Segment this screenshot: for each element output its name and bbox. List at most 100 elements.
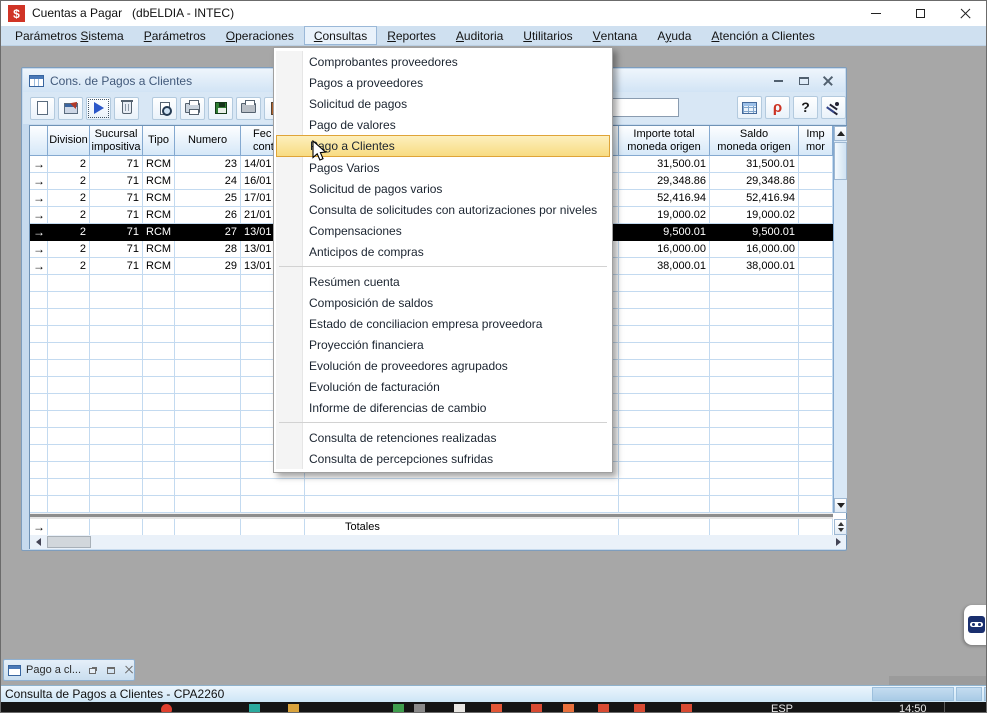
tray-clock[interactable]: 14:50 [899, 703, 927, 713]
grid-view-button[interactable] [737, 96, 762, 119]
column-header-3[interactable]: Tipo [143, 126, 175, 156]
run-button[interactable] [86, 97, 111, 120]
cell: 71 [90, 241, 143, 258]
taskbar-app-icon[interactable] [414, 704, 425, 713]
new-document-button[interactable] [30, 97, 55, 120]
vertical-scrollbar[interactable] [833, 126, 847, 513]
teamviewer-tab[interactable] [964, 605, 987, 645]
cell: 28 [175, 241, 241, 258]
column-header-7[interactable]: Importe totalmoneda origen [619, 126, 710, 156]
totals-inner-row[interactable]: Totales [30, 519, 833, 536]
mdi-scroll-strip[interactable] [889, 676, 987, 685]
taskbar-app-icon[interactable] [454, 704, 465, 713]
totals-spinner[interactable] [834, 519, 847, 535]
menu-item-solicitud-de-pagos[interactable]: Solicitud de pagos [276, 93, 610, 114]
print-button[interactable] [180, 97, 205, 120]
row-indicator [30, 360, 48, 377]
cell [799, 496, 833, 513]
menu-item-resumen-cuenta[interactable]: Resúmen cuenta [276, 271, 610, 292]
close-button[interactable] [943, 1, 987, 26]
menubar-item-label: uditoria [464, 29, 503, 43]
menu-item-consulta-de-solicitudes-con-autorizaciones-por-niveles[interactable]: Consulta de solicitudes con autorizacion… [276, 199, 610, 220]
menu-item-consulta-de-percepciones-sufridas[interactable]: Consulta de percepciones sufridas [276, 448, 610, 469]
taskbar-app-icon[interactable] [531, 704, 542, 713]
tray-language[interactable]: ESP [771, 703, 793, 713]
horizontal-scrollbar[interactable] [30, 535, 846, 549]
menu-item-pago-de-valores[interactable]: Pago de valores [276, 114, 610, 135]
column-header-2[interactable]: Sucursalimpositiva [90, 126, 143, 156]
menubar-item-parametros-sistema[interactable]: Parámetros Sistema [5, 26, 134, 45]
column-header-0[interactable] [30, 126, 48, 156]
menu-item-proyeccion-financiera[interactable]: Proyección financiera [276, 334, 610, 355]
cell [799, 428, 833, 445]
menubar-item-auditoria[interactable]: Auditoria [446, 26, 513, 45]
menu-item-pagos-a-proveedores[interactable]: Pagos a proveedores [276, 72, 610, 93]
child-close-button[interactable] [822, 75, 835, 87]
save-button[interactable] [208, 97, 233, 120]
menu-item-solicitud-de-pagos-varios[interactable]: Solicitud de pagos varios [276, 178, 610, 199]
taskbar-app-icon[interactable] [681, 704, 692, 713]
modify-button[interactable] [58, 97, 83, 120]
cell [710, 519, 799, 536]
maximize-button[interactable] [106, 665, 117, 675]
minimize-button[interactable] [853, 1, 898, 26]
filter-button[interactable] [765, 96, 790, 119]
column-header-8[interactable]: Saldomoneda origen [710, 126, 799, 156]
menu-item-compensaciones[interactable]: Compensaciones [276, 220, 610, 241]
child-minimize-button[interactable] [772, 75, 785, 87]
menu-item-evolucion-de-facturacion[interactable]: Evolución de facturación [276, 376, 610, 397]
exit-button[interactable] [821, 96, 846, 119]
totals-label: Totales [305, 519, 619, 536]
scroll-right-button[interactable] [830, 535, 846, 549]
row-indicator [30, 496, 48, 513]
taskbar-app-icon[interactable] [491, 704, 502, 713]
menubar-item-atencion-a-clientes[interactable]: Atención a Clientes [701, 26, 824, 45]
scroll-up-button[interactable] [834, 126, 847, 141]
scroll-down-button[interactable] [834, 498, 847, 513]
empty-row[interactable] [30, 479, 833, 496]
taskbar-app-icon[interactable] [393, 704, 404, 713]
maximize-button[interactable] [898, 1, 943, 26]
menubar-item-ventana[interactable]: Ventana [583, 26, 648, 45]
cell [48, 519, 90, 536]
taskbar-app-icon[interactable] [598, 704, 609, 713]
taskbar-app-icon[interactable] [161, 704, 172, 713]
spin-down-icon [838, 528, 844, 532]
menu-item-estado-de-conciliacion-empresa-proveedora[interactable]: Estado de conciliacion empresa proveedor… [276, 313, 610, 334]
menu-item-consulta-de-retenciones-realizadas[interactable]: Consulta de retenciones realizadas [276, 427, 610, 448]
horizontal-scroll-thumb[interactable] [47, 536, 91, 548]
menu-item-evolucion-de-proveedores-agrupados[interactable]: Evolución de proveedores agrupados [276, 355, 610, 376]
column-header-4[interactable]: Numero [175, 126, 241, 156]
preview-icon [160, 102, 170, 115]
help-button[interactable] [793, 96, 818, 119]
menu-item-informe-de-diferencias-de-cambio[interactable]: Informe de diferencias de cambio [276, 397, 610, 418]
taskbar-app-icon[interactable] [563, 704, 574, 713]
menubar-item-parametros[interactable]: Parámetros [134, 26, 216, 45]
menubar-item-reportes[interactable]: Reportes [377, 26, 446, 45]
menu-item-anticipos-de-compras[interactable]: Anticipos de compras [276, 241, 610, 262]
column-header-1[interactable]: Division [48, 126, 90, 156]
restore-button[interactable] [88, 665, 99, 675]
minimized-window[interactable]: Pago a cl... [3, 659, 135, 681]
cell [305, 496, 619, 513]
menubar-item-consultas[interactable]: Consultas [304, 26, 377, 45]
menubar-item-ayuda[interactable]: Ayuda [647, 26, 701, 45]
cell [710, 462, 799, 479]
taskbar-app-icon[interactable] [634, 704, 645, 713]
vertical-scroll-thumb[interactable] [834, 142, 847, 180]
empty-row[interactable] [30, 496, 833, 513]
taskbar-app-icon[interactable] [288, 704, 299, 713]
print-setup-button[interactable] [236, 97, 261, 120]
menubar-item-utilitarios[interactable]: Utilitarios [513, 26, 582, 45]
preview-button[interactable] [152, 97, 177, 120]
menubar-item-operaciones[interactable]: Operaciones [216, 26, 304, 45]
scroll-left-button[interactable] [30, 535, 46, 549]
menu-item-composicion-de-saldos[interactable]: Composición de saldos [276, 292, 610, 313]
child-maximize-button[interactable] [797, 75, 810, 87]
column-header-9[interactable]: Impmor [799, 126, 833, 156]
cell [90, 360, 143, 377]
menu-item-comprobantes-proveedores[interactable]: Comprobantes proveedores [276, 51, 610, 72]
taskbar-app-icon[interactable] [249, 704, 260, 713]
close-button[interactable] [124, 665, 135, 675]
delete-button[interactable] [114, 97, 139, 120]
